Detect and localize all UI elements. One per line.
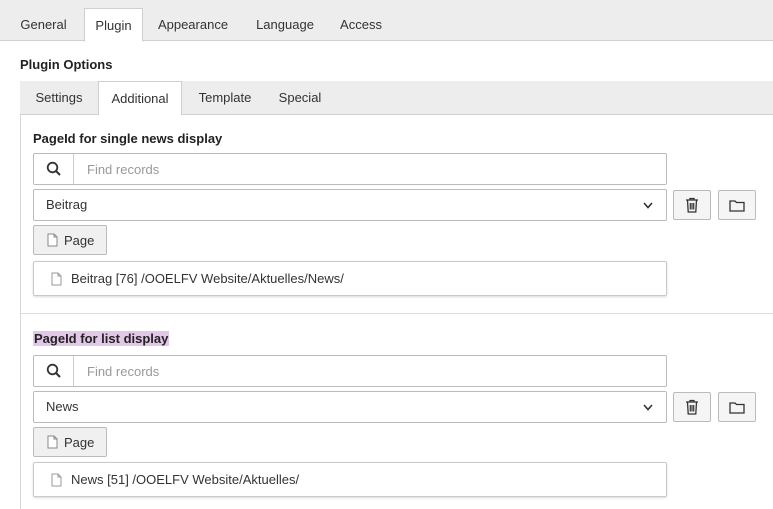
trash-icon [686, 399, 698, 415]
selected-record-value: News [46, 399, 79, 414]
record-item-label: Beitrag [76] /OOELFV Website/Aktuelles/N… [71, 271, 344, 286]
browse-button[interactable] [718, 190, 756, 220]
folder-icon [729, 199, 745, 212]
field-label-list-display: PageId for list display [33, 331, 170, 346]
page-icon [47, 435, 58, 449]
selected-records-select[interactable]: News [33, 391, 667, 423]
page-icon [47, 233, 58, 247]
page-button-label: Page [64, 232, 95, 248]
page-icon [51, 272, 62, 285]
record-item-label: News [51] /OOELFV Website/Aktuelles/ [71, 472, 300, 487]
sub-tab-bar: Settings Additional Template Special [20, 81, 773, 116]
chevron-down-icon [643, 202, 653, 209]
search-input[interactable] [75, 154, 660, 184]
page-button-label: Page [64, 434, 95, 450]
top-tab-bar: General Plugin Appearance Language Acces… [0, 0, 773, 42]
trash-icon [686, 197, 698, 213]
subtab-template[interactable]: Template [185, 81, 265, 115]
chevron-down-icon [643, 404, 653, 411]
tab-access[interactable]: Access [330, 8, 392, 41]
search-box [33, 153, 667, 185]
search-icon[interactable] [34, 356, 74, 386]
tab-plugin[interactable]: Plugin [84, 8, 143, 42]
record-item[interactable]: Beitrag [76] /OOELFV Website/Aktuelles/N… [33, 261, 667, 296]
page-button[interactable]: Page [33, 427, 107, 457]
search-icon[interactable] [34, 154, 74, 184]
record-item[interactable]: News [51] /OOELFV Website/Aktuelles/ [33, 462, 667, 497]
search-input[interactable] [75, 356, 660, 386]
selected-records-select[interactable]: Beitrag [33, 189, 667, 221]
field-label-single-display: PageId for single news display [33, 131, 223, 146]
delete-button[interactable] [673, 190, 711, 220]
selected-record-value: Beitrag [46, 197, 88, 212]
tab-language[interactable]: Language [244, 8, 326, 41]
subtab-settings[interactable]: Settings [20, 81, 98, 115]
subtab-special[interactable]: Special [266, 81, 334, 115]
plugin-options-title: Plugin Options [20, 57, 113, 72]
tab-appearance[interactable]: Appearance [147, 8, 239, 41]
page-button[interactable]: Page [33, 225, 107, 255]
browse-button[interactable] [718, 392, 756, 422]
field-divider [20, 313, 773, 314]
delete-button[interactable] [673, 392, 711, 422]
subtab-additional[interactable]: Additional [98, 81, 182, 116]
tab-general[interactable]: General [10, 8, 77, 41]
search-box [33, 355, 667, 387]
page-icon [51, 473, 62, 486]
folder-icon [729, 401, 745, 414]
